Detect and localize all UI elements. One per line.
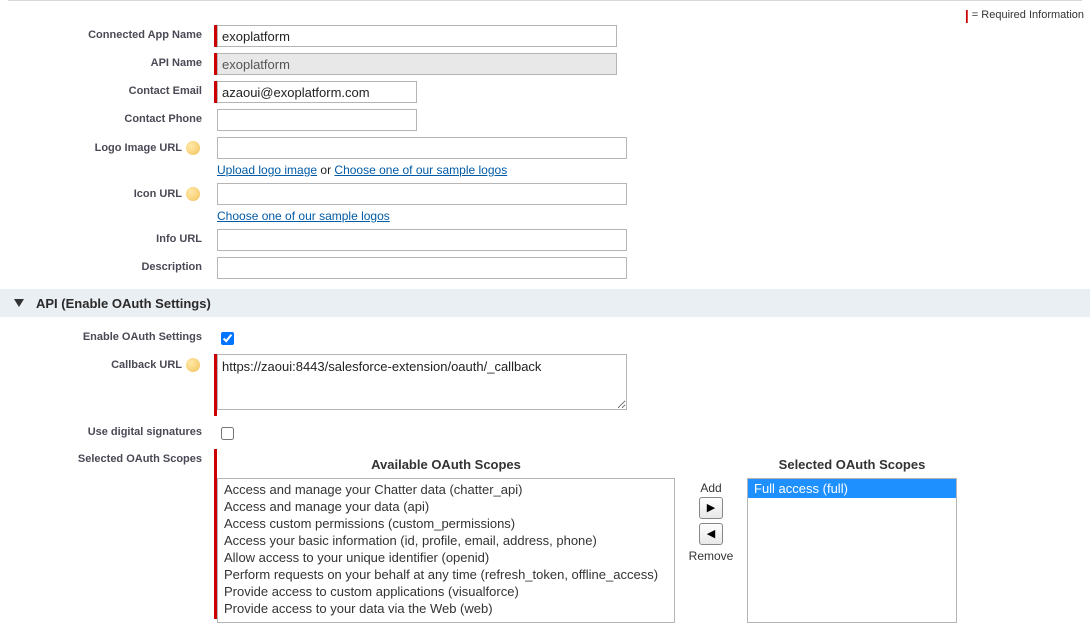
- api-name-input[interactable]: [217, 53, 617, 75]
- required-mark-icon: |: [965, 7, 969, 23]
- label-selected-oauth-scopes: Selected OAuth Scopes: [0, 449, 208, 465]
- label-contact-phone: Contact Phone: [0, 109, 208, 125]
- add-scope-button[interactable]: ▶: [699, 497, 723, 519]
- selected-scope-option[interactable]: Full access (full): [748, 479, 956, 498]
- help-icon[interactable]: [186, 187, 200, 201]
- remove-label: Remove: [679, 549, 743, 563]
- contact-email-input[interactable]: [217, 81, 417, 103]
- connected-app-name-input[interactable]: [217, 25, 617, 47]
- available-scopes-title: Available OAuth Scopes: [217, 453, 675, 478]
- use-digital-signatures-checkbox[interactable]: [221, 427, 234, 440]
- add-label: Add: [679, 481, 743, 495]
- available-scope-option[interactable]: Perform requests on your behalf at any t…: [220, 566, 672, 583]
- label-use-digital-signatures: Use digital signatures: [0, 422, 208, 438]
- info-url-input[interactable]: [217, 229, 627, 251]
- label-info-url: Info URL: [0, 229, 208, 245]
- logo-image-url-input[interactable]: [217, 137, 627, 159]
- icon-url-input[interactable]: [217, 183, 627, 205]
- available-scope-option[interactable]: Access your basic information (id, profi…: [220, 532, 672, 549]
- upload-logo-image-link[interactable]: Upload logo image: [217, 163, 317, 177]
- description-input[interactable]: [217, 257, 627, 279]
- available-scope-option[interactable]: Access and manage your Chatter data (cha…: [220, 481, 672, 498]
- label-icon-url: Icon URL: [0, 183, 208, 201]
- section-api-oauth-header[interactable]: API (Enable OAuth Settings): [0, 289, 1090, 317]
- selected-scopes-title: Selected OAuth Scopes: [747, 453, 957, 478]
- chevron-down-icon: [14, 299, 24, 307]
- section-api-title: API (Enable OAuth Settings): [36, 296, 211, 311]
- choose-sample-icon-link[interactable]: Choose one of our sample logos: [217, 209, 390, 223]
- remove-scope-button[interactable]: ◀: [699, 523, 723, 545]
- help-icon[interactable]: [186, 358, 200, 372]
- label-enable-oauth: Enable OAuth Settings: [0, 327, 208, 343]
- required-information-hint: | = Required Information: [0, 7, 1090, 23]
- label-api-name: API Name: [0, 53, 208, 69]
- label-contact-email: Contact Email: [0, 81, 208, 97]
- callback-url-textarea[interactable]: https://zaoui:8443/salesforce-extension/…: [217, 354, 627, 410]
- label-description: Description: [0, 257, 208, 273]
- enable-oauth-checkbox[interactable]: [221, 332, 234, 345]
- available-scopes-listbox[interactable]: Access and manage your Chatter data (cha…: [217, 478, 675, 623]
- choose-sample-logo-link[interactable]: Choose one of our sample logos: [334, 163, 507, 177]
- label-callback-url: Callback URL: [0, 354, 208, 372]
- available-scope-option[interactable]: Access custom permissions (custom_permis…: [220, 515, 672, 532]
- available-scope-option[interactable]: Access and manage your data (api): [220, 498, 672, 515]
- label-logo-image-url: Logo Image URL: [0, 137, 208, 155]
- label-connected-app-name: Connected App Name: [0, 25, 208, 41]
- selected-scopes-listbox[interactable]: Full access (full): [747, 478, 957, 623]
- help-icon[interactable]: [186, 141, 200, 155]
- required-info-text: = Required Information: [972, 9, 1084, 21]
- available-scope-option[interactable]: Allow access to your unique identifier (…: [220, 549, 672, 566]
- available-scope-option[interactable]: Provide access to your data via the Web …: [220, 600, 672, 617]
- contact-phone-input[interactable]: [217, 109, 417, 131]
- available-scope-option[interactable]: Provide access to custom applications (v…: [220, 583, 672, 600]
